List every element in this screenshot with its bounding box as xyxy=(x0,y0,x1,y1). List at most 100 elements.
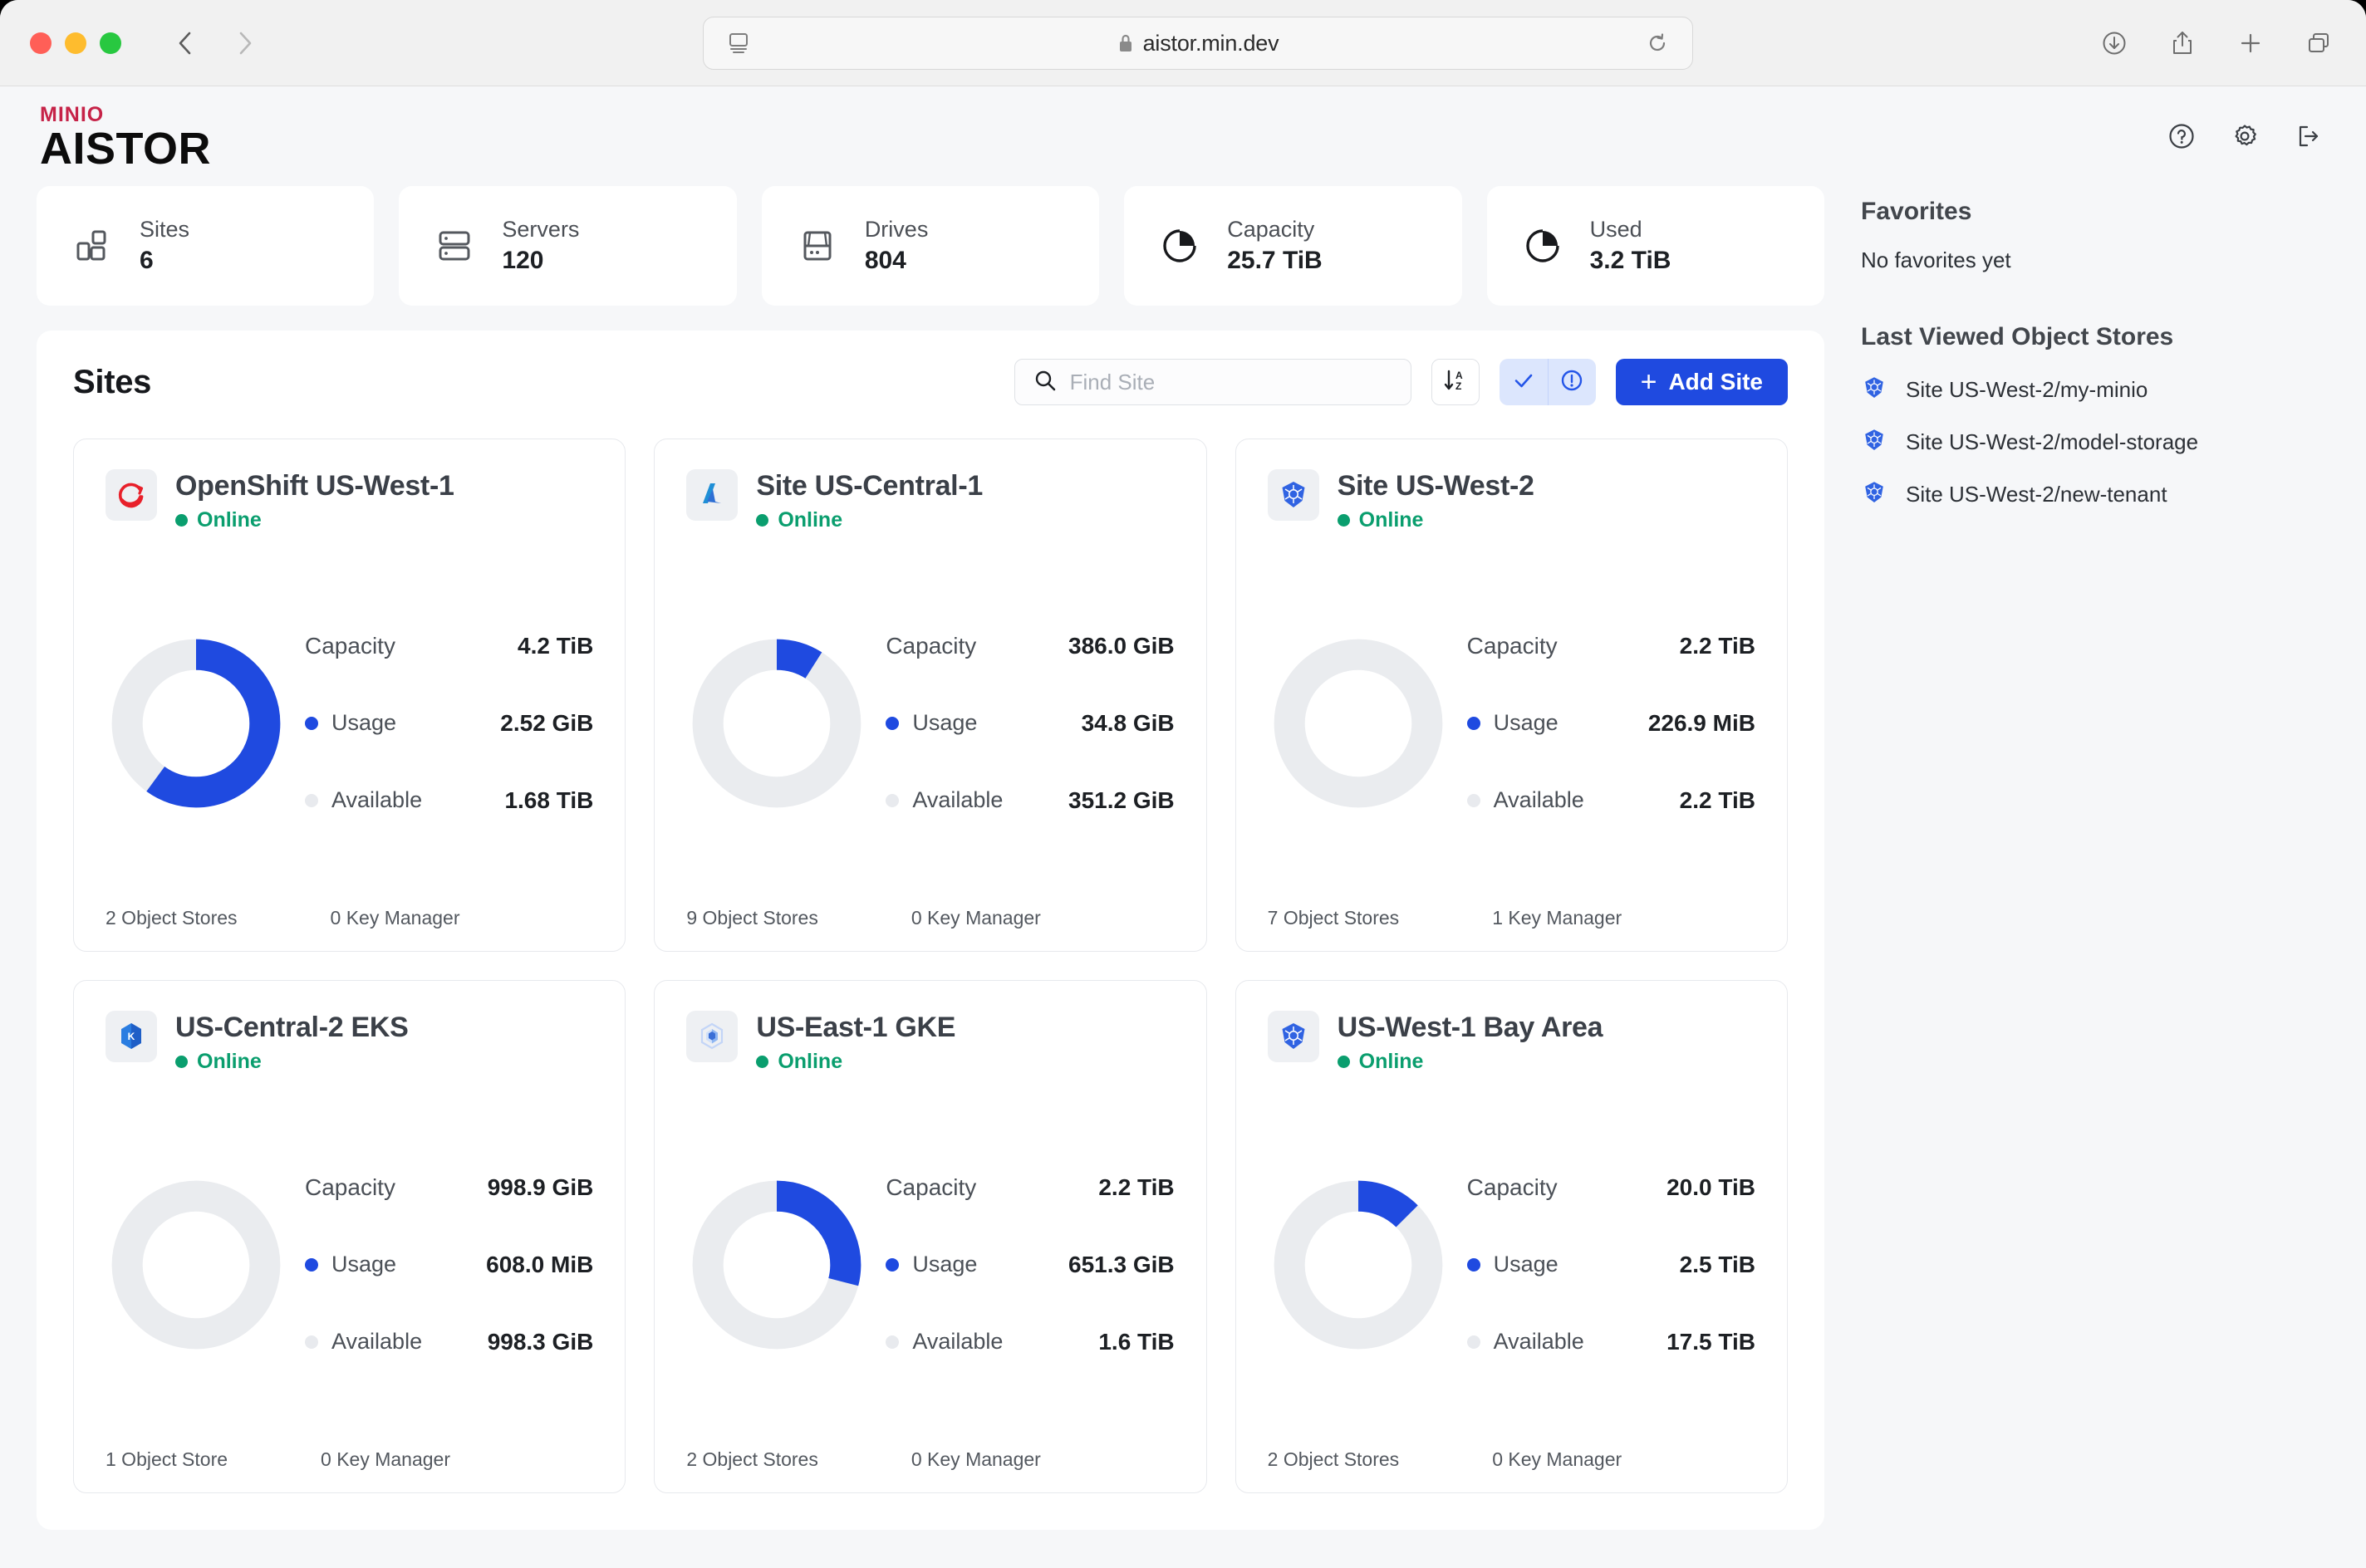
back-arrow-icon[interactable] xyxy=(173,31,198,56)
url-text: aistor.min.dev xyxy=(1142,30,1279,56)
site-name: OpenShift US-West-1 xyxy=(175,470,454,502)
usage-value: 34.8 GiB xyxy=(1081,709,1175,736)
filter-online-button[interactable] xyxy=(1499,359,1548,405)
kubernetes-icon xyxy=(1861,427,1887,458)
usage-bullet-icon xyxy=(1466,1257,1480,1272)
openshift-icon xyxy=(106,469,157,521)
available-row: Available 351.2 GiB xyxy=(886,787,1175,814)
key-manager-count: 1 Key Manager xyxy=(1492,907,1622,929)
logo-minio-text: MINIO xyxy=(40,103,105,127)
available-label: Available xyxy=(912,1329,1004,1355)
available-value: 2.2 TiB xyxy=(1679,786,1755,813)
capacity-label: Capacity xyxy=(886,1174,977,1200)
capacity-label: Capacity xyxy=(886,632,977,659)
list-item[interactable]: Site US-West-2/my-minio xyxy=(1861,375,2323,405)
usage-value: 651.3 GiB xyxy=(1068,1251,1175,1277)
capacity-value: 20.0 TiB xyxy=(1667,1174,1755,1200)
available-row: Available 1.6 TiB xyxy=(886,1328,1175,1355)
check-icon xyxy=(1511,368,1536,397)
usage-label: Usage xyxy=(331,1252,397,1277)
stat-card-servers[interactable]: Servers 120 xyxy=(399,186,737,306)
available-label: Available xyxy=(331,787,423,813)
status-text: Online xyxy=(1358,1050,1424,1074)
site-card-body: Capacity 998.9 GiB Usage 608.0 MiB Avail… xyxy=(106,1102,593,1427)
usage-label: Usage xyxy=(1493,710,1559,736)
stat-card-sites[interactable]: Sites 6 xyxy=(37,186,375,306)
available-label: Available xyxy=(912,787,1004,813)
search-icon xyxy=(1033,369,1057,396)
capacity-metrics: Capacity 2.2 TiB Usage 651.3 GiB Availab… xyxy=(876,1174,1175,1355)
site-card-footer: 2 Object Stores 0 Key Manager xyxy=(686,1427,1174,1471)
azure-icon xyxy=(686,469,739,521)
url-display[interactable]: aistor.min.dev xyxy=(704,31,1692,56)
sort-az-button[interactable]: A Z xyxy=(1431,359,1480,405)
available-row: Available 2.2 TiB xyxy=(1466,786,1755,814)
reload-icon[interactable] xyxy=(1644,30,1671,56)
list-item[interactable]: Site US-West-2/new-tenant xyxy=(1861,479,2323,510)
capacity-label: Capacity xyxy=(305,1174,395,1200)
search-input[interactable] xyxy=(1069,369,1386,395)
stat-card-used[interactable]: Used 3.2 TiB xyxy=(1486,186,1825,306)
stat-value: 120 xyxy=(502,247,544,275)
address-bar[interactable]: aistor.min.dev xyxy=(703,17,1693,70)
capacity-value: 998.9 GiB xyxy=(487,1174,594,1200)
forward-arrow-icon[interactable] xyxy=(233,31,258,56)
minio-aistor-logo[interactable]: MINIO AISTOR xyxy=(37,100,211,173)
settings-gear-icon[interactable] xyxy=(2228,120,2261,153)
svg-text:Z: Z xyxy=(1455,380,1461,392)
site-card-body: Capacity 20.0 TiB Usage 2.5 TiB Availabl… xyxy=(1268,1102,1755,1427)
status-text: Online xyxy=(778,1050,843,1074)
logout-icon[interactable] xyxy=(2291,120,2324,153)
tab-overview-icon[interactable] xyxy=(2303,27,2334,59)
capacity-row: Capacity 2.2 TiB xyxy=(886,1174,1174,1201)
kubernetes-icon xyxy=(1267,469,1319,521)
maximize-window-button[interactable] xyxy=(100,32,121,54)
sites-toolbar-actions: A Z xyxy=(1014,359,1788,405)
available-label: Available xyxy=(1493,787,1584,813)
downloads-icon[interactable] xyxy=(2098,27,2130,59)
site-card[interactable]: Site US-Central-1 Online Capacity 386.0 … xyxy=(654,439,1207,952)
capacity-row: Capacity 20.0 TiB xyxy=(1467,1174,1755,1201)
add-site-button[interactable]: + Add Site xyxy=(1615,359,1788,405)
status-dot-icon xyxy=(756,1056,769,1069)
site-card-body: Capacity 4.2 TiB Usage 2.52 GiB Availabl… xyxy=(106,561,593,885)
capacity-metrics: Capacity 386.0 GiB Usage 34.8 GiB Availa… xyxy=(876,632,1175,814)
gke-icon xyxy=(686,1011,739,1062)
stat-value: 25.7 TiB xyxy=(1227,247,1323,275)
object-stores-count: 9 Object Stores xyxy=(686,907,818,929)
new-tab-icon[interactable] xyxy=(2235,27,2266,59)
minimize-window-button[interactable] xyxy=(65,32,86,54)
kubernetes-icon xyxy=(1861,375,1887,405)
site-card[interactable]: US-East-1 GKE Online Capacity 2.2 TiB Us… xyxy=(654,980,1207,1493)
browser-window: aistor.min.dev MINIO AISTOR Sites 6 Serv… xyxy=(0,0,2366,1568)
usage-row: Usage 226.9 MiB xyxy=(1466,710,1755,737)
last-viewed-title: Last Viewed Object Stores xyxy=(1861,323,2174,350)
site-card-body: Capacity 2.2 TiB Usage 651.3 GiB Availab… xyxy=(686,1102,1175,1427)
kubernetes-icon xyxy=(1861,479,1887,510)
status-badge: Online xyxy=(175,1050,408,1074)
stat-card-capacity[interactable]: Capacity 25.7 TiB xyxy=(1124,186,1462,306)
add-site-label: Add Site xyxy=(1668,369,1763,394)
list-item-label: Site US-West-2/model-storage xyxy=(1906,429,2199,454)
site-card[interactable]: Site US-West-2 Online Capacity 2.2 TiB U… xyxy=(1235,439,1788,952)
list-item[interactable]: Site US-West-2/model-storage xyxy=(1861,427,2323,458)
search-site-box[interactable] xyxy=(1014,359,1411,405)
page-title: Sites xyxy=(73,363,152,400)
filter-alert-button[interactable] xyxy=(1547,359,1596,405)
status-badge: Online xyxy=(175,508,454,532)
close-window-button[interactable] xyxy=(30,32,52,54)
stat-card-drives[interactable]: Drives 804 xyxy=(761,186,1100,306)
site-card[interactable]: OpenShift US-West-1 Online Capacity 4.2 … xyxy=(73,439,626,952)
pie-chart-icon xyxy=(1156,222,1204,270)
site-card[interactable]: US-West-1 Bay Area Online Capacity 20.0 … xyxy=(1235,980,1788,1493)
site-card-footer: 7 Object Stores 1 Key Manager xyxy=(1268,885,1755,929)
capacity-label: Capacity xyxy=(1466,1174,1558,1200)
available-bullet-icon xyxy=(886,793,900,807)
available-value: 1.6 TiB xyxy=(1098,1328,1175,1355)
site-card[interactable]: K US-Central-2 EKS Online Capacity 998.9… xyxy=(73,980,626,1493)
status-text: Online xyxy=(778,508,843,532)
help-icon[interactable] xyxy=(2165,120,2198,153)
capacity-donut-chart xyxy=(106,1174,287,1355)
plus-icon: + xyxy=(1640,366,1657,398)
share-icon[interactable] xyxy=(2167,27,2198,59)
